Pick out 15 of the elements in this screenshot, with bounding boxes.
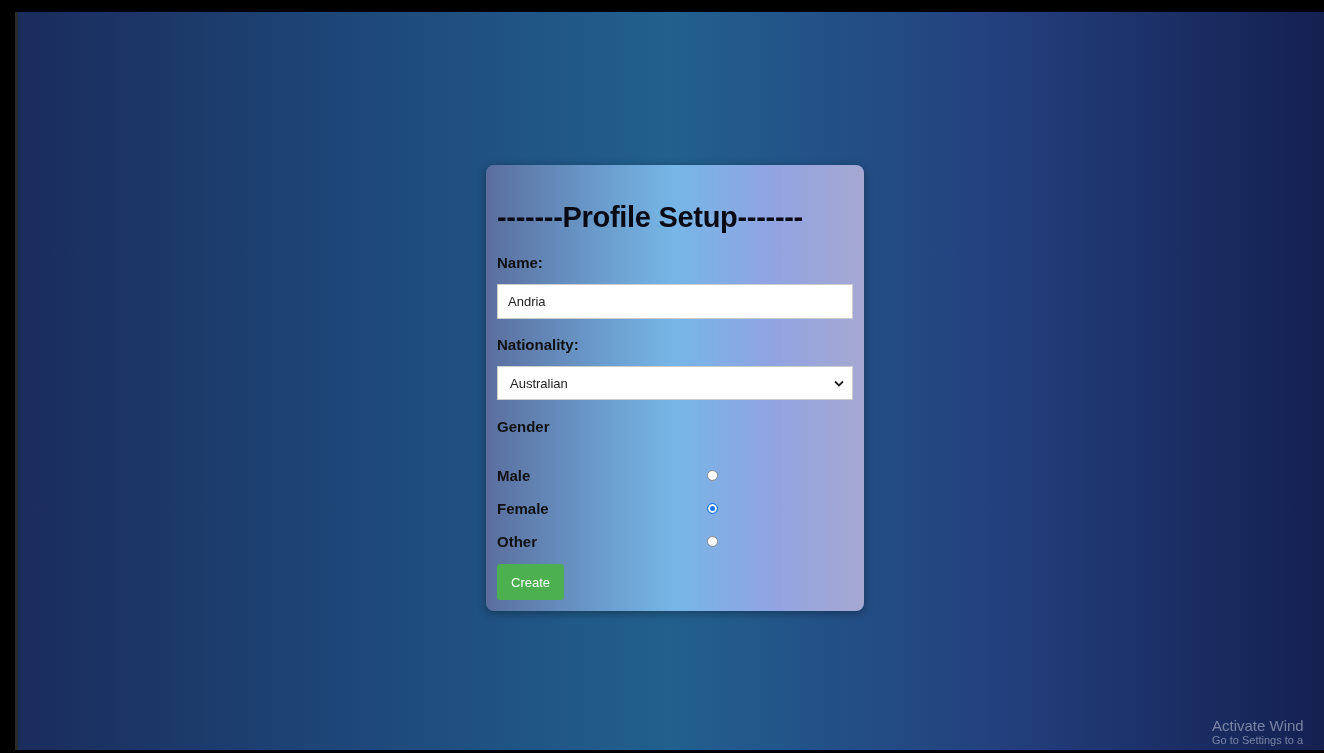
name-input[interactable]: Andria <box>497 284 853 319</box>
radio-label: Other <box>497 533 538 550</box>
nationality-select[interactable]: Australian <box>497 366 853 400</box>
activation-notice-title: Activate Wind <box>1212 717 1305 734</box>
radio-button[interactable] <box>707 470 718 481</box>
radio-button[interactable] <box>707 503 718 514</box>
field-label: Name: <box>497 254 544 271</box>
field-label: Gender <box>497 418 551 435</box>
activation-notice-text: Go to Settings to a <box>1212 734 1305 746</box>
chevron-icon <box>834 379 844 387</box>
radio-button[interactable] <box>707 536 718 547</box>
field-label: Nationality: <box>497 336 580 353</box>
form-title: -------Profile Setup------- <box>497 201 804 234</box>
radio-label: Male <box>497 467 532 484</box>
radio-label: Female <box>497 500 550 517</box>
